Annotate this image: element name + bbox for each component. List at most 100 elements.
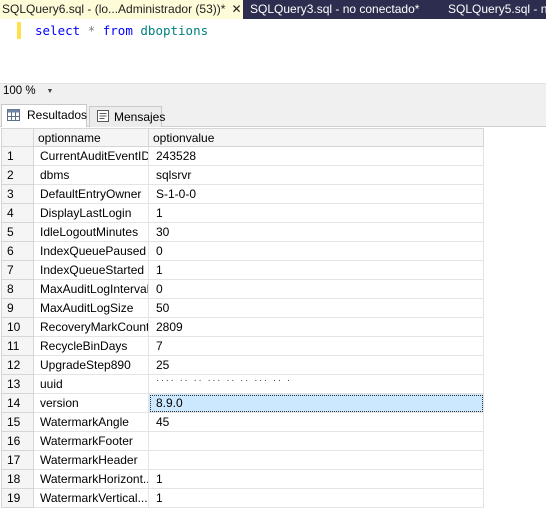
cell-optionvalue[interactable] — [148, 450, 484, 470]
cell-optionname[interactable]: WatermarkHorizont... — [33, 469, 149, 489]
cell-optionname[interactable]: RecycleBinDays — [33, 336, 149, 356]
row-number[interactable]: 6 — [1, 241, 34, 261]
row-number[interactable]: 5 — [1, 222, 34, 242]
results-tab-bar: Resultados Mensajes — [0, 100, 546, 128]
cell-optionvalue[interactable]: ···· ·· ·· ··· ·· ·· ··· ·· · — [148, 374, 484, 394]
cell-optionname[interactable]: WatermarkVertical... — [33, 488, 149, 508]
cell-optionname[interactable]: CurrentAuditEventID — [33, 146, 149, 166]
table-row[interactable]: 8 MaxAuditLogInterval 0 — [1, 279, 484, 299]
results-grid[interactable]: optionname optionvalue 1 CurrentAuditEven… — [0, 127, 546, 523]
cell-optionvalue[interactable]: S-1-0-0 — [148, 184, 484, 204]
row-number[interactable]: 9 — [1, 298, 34, 318]
tab-resultados[interactable]: Resultados — [1, 104, 87, 128]
table-row[interactable]: 14 version 8.9.0 — [1, 393, 484, 413]
cell-optionname[interactable]: WatermarkAngle — [33, 412, 149, 432]
table-row[interactable]: 18 WatermarkHorizont... 1 — [1, 469, 484, 489]
table-row[interactable]: 11 RecycleBinDays 7 — [1, 336, 484, 356]
message-icon — [97, 110, 109, 122]
cell-optionname[interactable]: uuid — [33, 374, 149, 394]
row-number[interactable]: 15 — [1, 412, 34, 432]
star-operator: * — [87, 23, 96, 38]
row-number[interactable]: 19 — [1, 488, 34, 508]
cell-optionname[interactable]: DefaultEntryOwner — [33, 184, 149, 204]
table-row[interactable]: 16 WatermarkFooter — [1, 431, 484, 451]
table-row[interactable]: 1 CurrentAuditEventID 243528 — [1, 146, 484, 166]
change-marker — [17, 22, 21, 39]
row-number[interactable]: 3 — [1, 184, 34, 204]
cell-optionvalue[interactable]: 1 — [148, 260, 484, 280]
table-row[interactable]: 10 RecoveryMarkCount 2809 — [1, 317, 484, 337]
cell-optionname[interactable]: RecoveryMarkCount — [33, 317, 149, 337]
cell-optionname[interactable]: IndexQueuePaused — [33, 241, 149, 261]
cell-optionvalue[interactable]: 0 — [148, 241, 484, 261]
cell-optionvalue[interactable]: 8.9.0 — [148, 393, 484, 413]
table-row[interactable]: 13 uuid ···· ·· ·· ··· ·· ·· ··· ·· · — [1, 374, 484, 394]
editor-tab-sqlquery3[interactable]: SQLQuery3.sql - no conectado* — [248, 0, 438, 19]
keyword-select: select — [35, 23, 81, 38]
zoom-bar: 100 % ▼ — [0, 83, 546, 100]
table-row[interactable]: 19 WatermarkVertical... 1 — [1, 488, 484, 508]
query-editor[interactable]: select * from dboptions — [0, 19, 546, 83]
cell-optionname[interactable]: DisplayLastLogin — [33, 203, 149, 223]
row-number[interactable]: 10 — [1, 317, 34, 337]
cell-optionvalue[interactable]: 2809 — [148, 317, 484, 337]
cell-optionname[interactable]: WatermarkFooter — [33, 431, 149, 451]
table-row[interactable]: 7 IndexQueueStarted 1 — [1, 260, 484, 280]
row-number[interactable]: 18 — [1, 469, 34, 489]
row-number[interactable]: 4 — [1, 203, 34, 223]
cell-optionvalue[interactable]: 50 — [148, 298, 484, 318]
cell-optionname[interactable]: IndexQueueStarted — [33, 260, 149, 280]
row-number[interactable]: 1 — [1, 146, 34, 166]
cell-optionname[interactable]: MaxAuditLogInterval — [33, 279, 149, 299]
chevron-down-icon[interactable]: ▼ — [44, 84, 56, 100]
cell-optionvalue[interactable]: sqlsrvr — [148, 165, 484, 185]
row-number[interactable]: 16 — [1, 431, 34, 451]
table-row[interactable]: 9 MaxAuditLogSize 50 — [1, 298, 484, 318]
row-number[interactable]: 2 — [1, 165, 34, 185]
cell-optionname[interactable]: WatermarkHeader — [33, 450, 149, 470]
column-header-optionname[interactable]: optionname — [33, 128, 149, 147]
cell-optionname[interactable]: UpgradeStep890 — [33, 355, 149, 375]
grid-icon — [7, 109, 20, 121]
cell-optionvalue[interactable]: 7 — [148, 336, 484, 356]
table-row[interactable]: 5 IdleLogoutMinutes 30 — [1, 222, 484, 242]
row-number[interactable]: 8 — [1, 279, 34, 299]
cell-optionvalue[interactable]: 0 — [148, 279, 484, 299]
table-row[interactable]: 12 UpgradeStep890 25 — [1, 355, 484, 375]
table-row[interactable]: 15 WatermarkAngle 45 — [1, 412, 484, 432]
row-number[interactable]: 17 — [1, 450, 34, 470]
table-row[interactable]: 4 DisplayLastLogin 1 — [1, 203, 484, 223]
tab-resultados-label: Resultados — [27, 108, 88, 122]
cell-optionname[interactable]: IdleLogoutMinutes — [33, 222, 149, 242]
cell-optionvalue[interactable]: 30 — [148, 222, 484, 242]
row-number[interactable]: 7 — [1, 260, 34, 280]
cell-optionname[interactable]: dbms — [33, 165, 149, 185]
close-icon[interactable]: ✕ — [230, 0, 243, 19]
cell-optionvalue[interactable] — [148, 431, 484, 451]
table-row[interactable]: 6 IndexQueuePaused 0 — [1, 241, 484, 261]
row-number[interactable]: 13 — [1, 374, 34, 394]
row-number[interactable]: 11 — [1, 336, 34, 356]
cell-optionvalue[interactable]: 1 — [148, 203, 484, 223]
cell-optionvalue[interactable]: 1 — [148, 469, 484, 489]
editor-tab-strip: SQLQuery6.sql - (lo...Administrador (53)… — [0, 0, 546, 19]
cell-optionvalue[interactable]: 1 — [148, 488, 484, 508]
row-number[interactable]: 14 — [1, 393, 34, 413]
table-row[interactable]: 17 WatermarkHeader — [1, 450, 484, 470]
cell-optionvalue[interactable]: 45 — [148, 412, 484, 432]
column-header-optionvalue[interactable]: optionvalue — [148, 128, 484, 147]
cell-optionvalue[interactable]: 25 — [148, 355, 484, 375]
row-number-header[interactable] — [1, 128, 34, 147]
cell-optionname[interactable]: version — [33, 393, 149, 413]
cell-optionname[interactable]: MaxAuditLogSize — [33, 298, 149, 318]
editor-tab-sqlquery6[interactable]: SQLQuery6.sql - (lo...Administrador (53)… — [0, 0, 243, 19]
query-line[interactable]: select * from dboptions — [35, 22, 208, 39]
editor-tab-title: SQLQuery6.sql - (lo...Administrador (53)… — [2, 2, 226, 16]
cell-optionvalue[interactable]: 243528 — [148, 146, 484, 166]
row-number[interactable]: 12 — [1, 355, 34, 375]
table-row[interactable]: 3 DefaultEntryOwner S-1-0-0 — [1, 184, 484, 204]
table-row[interactable]: 2 dbms sqlsrvr — [1, 165, 484, 185]
tab-mensajes[interactable]: Mensajes — [89, 106, 165, 127]
keyword-from: from — [102, 23, 133, 38]
editor-tab-sqlquery5[interactable]: SQLQuery5.sql - no c — [446, 0, 546, 19]
